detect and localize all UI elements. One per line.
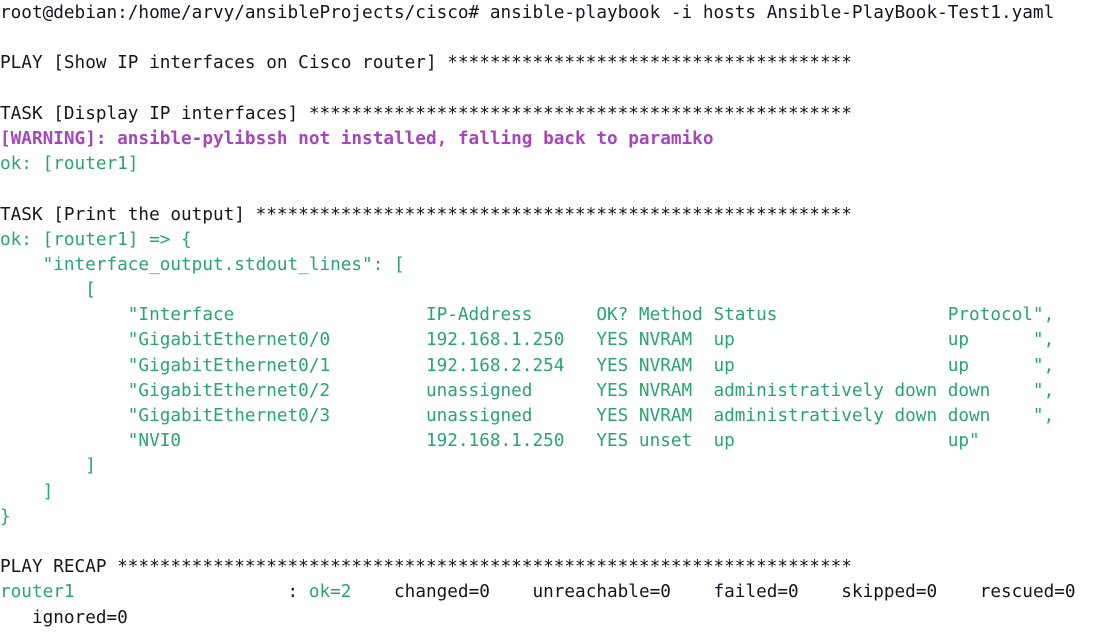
terminal-line: TASK [Display IP interfaces] ***********… bbox=[0, 102, 1095, 127]
terminal-line: "GigabitEthernet0/1 192.168.2.254 YES NV… bbox=[0, 354, 1095, 379]
terminal-text: "Interface IP-Address OK? Method Status … bbox=[0, 305, 1055, 326]
terminal-text: ] bbox=[0, 481, 54, 502]
terminal-text: TASK [Print the output] ****************… bbox=[0, 204, 852, 225]
terminal-line: "NVI0 192.168.1.250 YES unset up up" bbox=[0, 429, 1095, 454]
terminal-text: "GigabitEthernet0/3 unassigned YES NVRAM… bbox=[0, 406, 1055, 426]
terminal-line: ok: [router1] bbox=[0, 152, 1095, 177]
terminal-line: ok: [router1] => { bbox=[0, 228, 1095, 253]
terminal-text: changed=0 unreachable=0 failed=0 skipped… bbox=[351, 582, 1076, 603]
terminal-text: PLAY RECAP *****************************… bbox=[0, 557, 852, 578]
terminal-text: "GigabitEthernet0/2 unassigned YES NVRAM… bbox=[0, 380, 1055, 401]
terminal-text: router1 bbox=[0, 582, 75, 603]
terminal-line: "GigabitEthernet0/2 unassigned YES NVRAM… bbox=[0, 379, 1095, 404]
terminal-line: PLAY RECAP *****************************… bbox=[0, 555, 1095, 580]
terminal-text: [WARNING]: ansible-pylibssh not installe… bbox=[0, 128, 714, 149]
terminal-line: "GigabitEthernet0/3 unassigned YES NVRAM… bbox=[0, 404, 1095, 429]
terminal-text: "GigabitEthernet0/1 192.168.2.254 YES NV… bbox=[0, 355, 1055, 376]
terminal-output[interactable]: root@debian:/home/arvy/ansibleProjects/c… bbox=[0, 0, 1095, 631]
terminal-line: [ bbox=[0, 278, 1095, 303]
terminal-text: ok: [router1] bbox=[0, 154, 139, 175]
terminal-text: } bbox=[0, 506, 11, 527]
terminal-text: ok=2 bbox=[308, 582, 352, 603]
terminal-text: "NVI0 192.168.1.250 YES unset up up" bbox=[0, 431, 980, 452]
terminal-line: "interface_output.stdout_lines": [ bbox=[0, 253, 1095, 278]
terminal-line: "Interface IP-Address OK? Method Status … bbox=[0, 303, 1095, 328]
terminal-text: [ bbox=[0, 280, 96, 301]
terminal-text: PLAY [Show IP interfaces on Cisco router… bbox=[0, 53, 852, 74]
terminal-line: "GigabitEthernet0/0 192.168.1.250 YES NV… bbox=[0, 328, 1095, 353]
terminal-line: TASK [Print the output] ****************… bbox=[0, 203, 1095, 228]
terminal-text: ] bbox=[0, 456, 96, 477]
terminal-text: TASK [Display IP interfaces] ***********… bbox=[0, 103, 852, 124]
terminal-line: PLAY [Show IP interfaces on Cisco router… bbox=[0, 51, 1095, 76]
terminal-text: "interface_output.stdout_lines": [ bbox=[0, 254, 405, 275]
terminal-line: [WARNING]: ansible-pylibssh not installe… bbox=[0, 127, 1095, 152]
terminal-line: ignored=0 bbox=[0, 606, 1095, 631]
terminal-line: router1 : ok=2 changed=0 unreachable=0 f… bbox=[0, 580, 1095, 605]
terminal-line: } bbox=[0, 505, 1095, 530]
terminal-text: : bbox=[74, 582, 309, 603]
terminal-text: ignored=0 bbox=[0, 607, 128, 628]
terminal-text: root@debian:/home/arvy/ansibleProjects/c… bbox=[0, 3, 1055, 23]
terminal-text: ok: [router1] => { bbox=[0, 229, 192, 250]
terminal-line: ] bbox=[0, 480, 1095, 505]
terminal-line: root@debian:/home/arvy/ansibleProjects/c… bbox=[0, 1, 1095, 26]
terminal-line: ] bbox=[0, 454, 1095, 479]
terminal-text: "GigabitEthernet0/0 192.168.1.250 YES NV… bbox=[0, 330, 1055, 351]
